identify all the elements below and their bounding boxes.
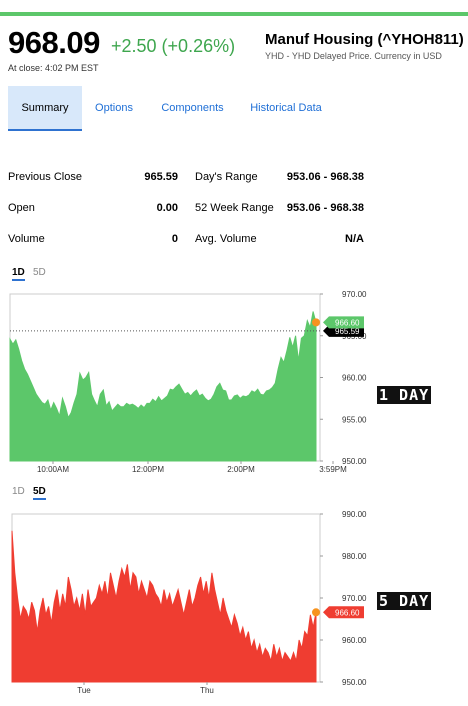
current-price-badge: 966.60 — [323, 606, 364, 619]
five-day-badge: 5 DAY — [377, 592, 432, 610]
stat-value-avg-volume: N/A — [345, 233, 364, 245]
stat-value-previous-close: 965.59 — [144, 171, 178, 183]
x-tick-label: Tue — [77, 686, 91, 695]
market-close-time: At close: 4:02 PM EST — [8, 63, 99, 73]
y-tick-label: 960.00 — [342, 374, 367, 383]
stat-label-days-range: Day's Range — [195, 171, 258, 183]
tab-historical-data[interactable]: Historical Data — [246, 86, 326, 131]
y-tick-label: 955.00 — [342, 415, 367, 424]
chart-1d-range-tabs: 1D 5D — [10, 267, 70, 283]
x-tick-label: 3:59PM — [319, 465, 347, 474]
stat-value-52-week-range: 953.06 - 968.38 — [286, 202, 364, 214]
range-tab-1d[interactable]: 1D — [12, 267, 25, 281]
current-price-marker — [312, 608, 320, 617]
series-area — [11, 530, 317, 683]
tab-summary[interactable]: Summary — [8, 86, 82, 131]
x-tick-label: Thu — [200, 686, 214, 695]
tab-components[interactable]: Components — [155, 86, 230, 131]
stat-label-previous-close: Previous Close — [8, 171, 82, 183]
quote-tabs: Summary Options Components Historical Da… — [8, 86, 468, 131]
stat-label-volume: Volume — [8, 233, 45, 245]
chart-1d[interactable]: 970.00965.00960.00955.00950.00965.59966.… — [0, 290, 400, 475]
stat-value-days-range: 953.06 - 968.38 — [286, 171, 364, 183]
y-tick-label: 990.00 — [342, 510, 367, 519]
price: 968.09 — [8, 25, 100, 60]
current-price-label: 966.60 — [335, 318, 360, 327]
stat-value-open: 0.00 — [156, 202, 178, 214]
current-price-marker — [312, 318, 320, 327]
series-area — [9, 311, 317, 462]
current-price-label: 966.60 — [335, 608, 360, 617]
x-tick-label: 10:00AM — [37, 465, 69, 474]
stat-value-volume: 0 — [171, 233, 178, 245]
range-tab-5d[interactable]: 5D — [33, 486, 46, 500]
stat-label-open: Open — [8, 202, 35, 214]
stat-label-avg-volume: Avg. Volume — [195, 233, 257, 245]
one-day-badge: 1 DAY — [377, 386, 432, 404]
y-tick-label: 980.00 — [342, 552, 367, 561]
y-tick-label: 960.00 — [342, 636, 367, 645]
instrument-name: Manuf Housing (^YHOH811) — [265, 31, 464, 48]
y-tick-label: 970.00 — [342, 594, 367, 603]
current-price-badge: 966.60 — [323, 316, 364, 329]
range-tab-5d[interactable]: 5D — [33, 267, 46, 278]
tab-options[interactable]: Options — [88, 86, 140, 131]
x-tick-label: 12:00PM — [132, 465, 164, 474]
chart-5d-range-tabs: 1D 5D — [10, 486, 70, 502]
stat-label-52-week-range: 52 Week Range — [195, 202, 274, 214]
chart-5d[interactable]: 990.00 980.00 970.00 960.00 950.00 966.60 Tue T… — [0, 510, 400, 700]
x-tick-label: 2:00PM — [227, 465, 255, 474]
top-accent-bar — [0, 12, 468, 16]
y-tick-label: 970.00 — [342, 290, 367, 299]
range-tab-1d[interactable]: 1D — [12, 486, 25, 497]
price-change: +2.50 (+0.26%) — [111, 36, 236, 56]
data-source-note: YHD - YHD Delayed Price. Currency in USD — [265, 51, 442, 61]
y-tick-label: 950.00 — [342, 678, 367, 687]
